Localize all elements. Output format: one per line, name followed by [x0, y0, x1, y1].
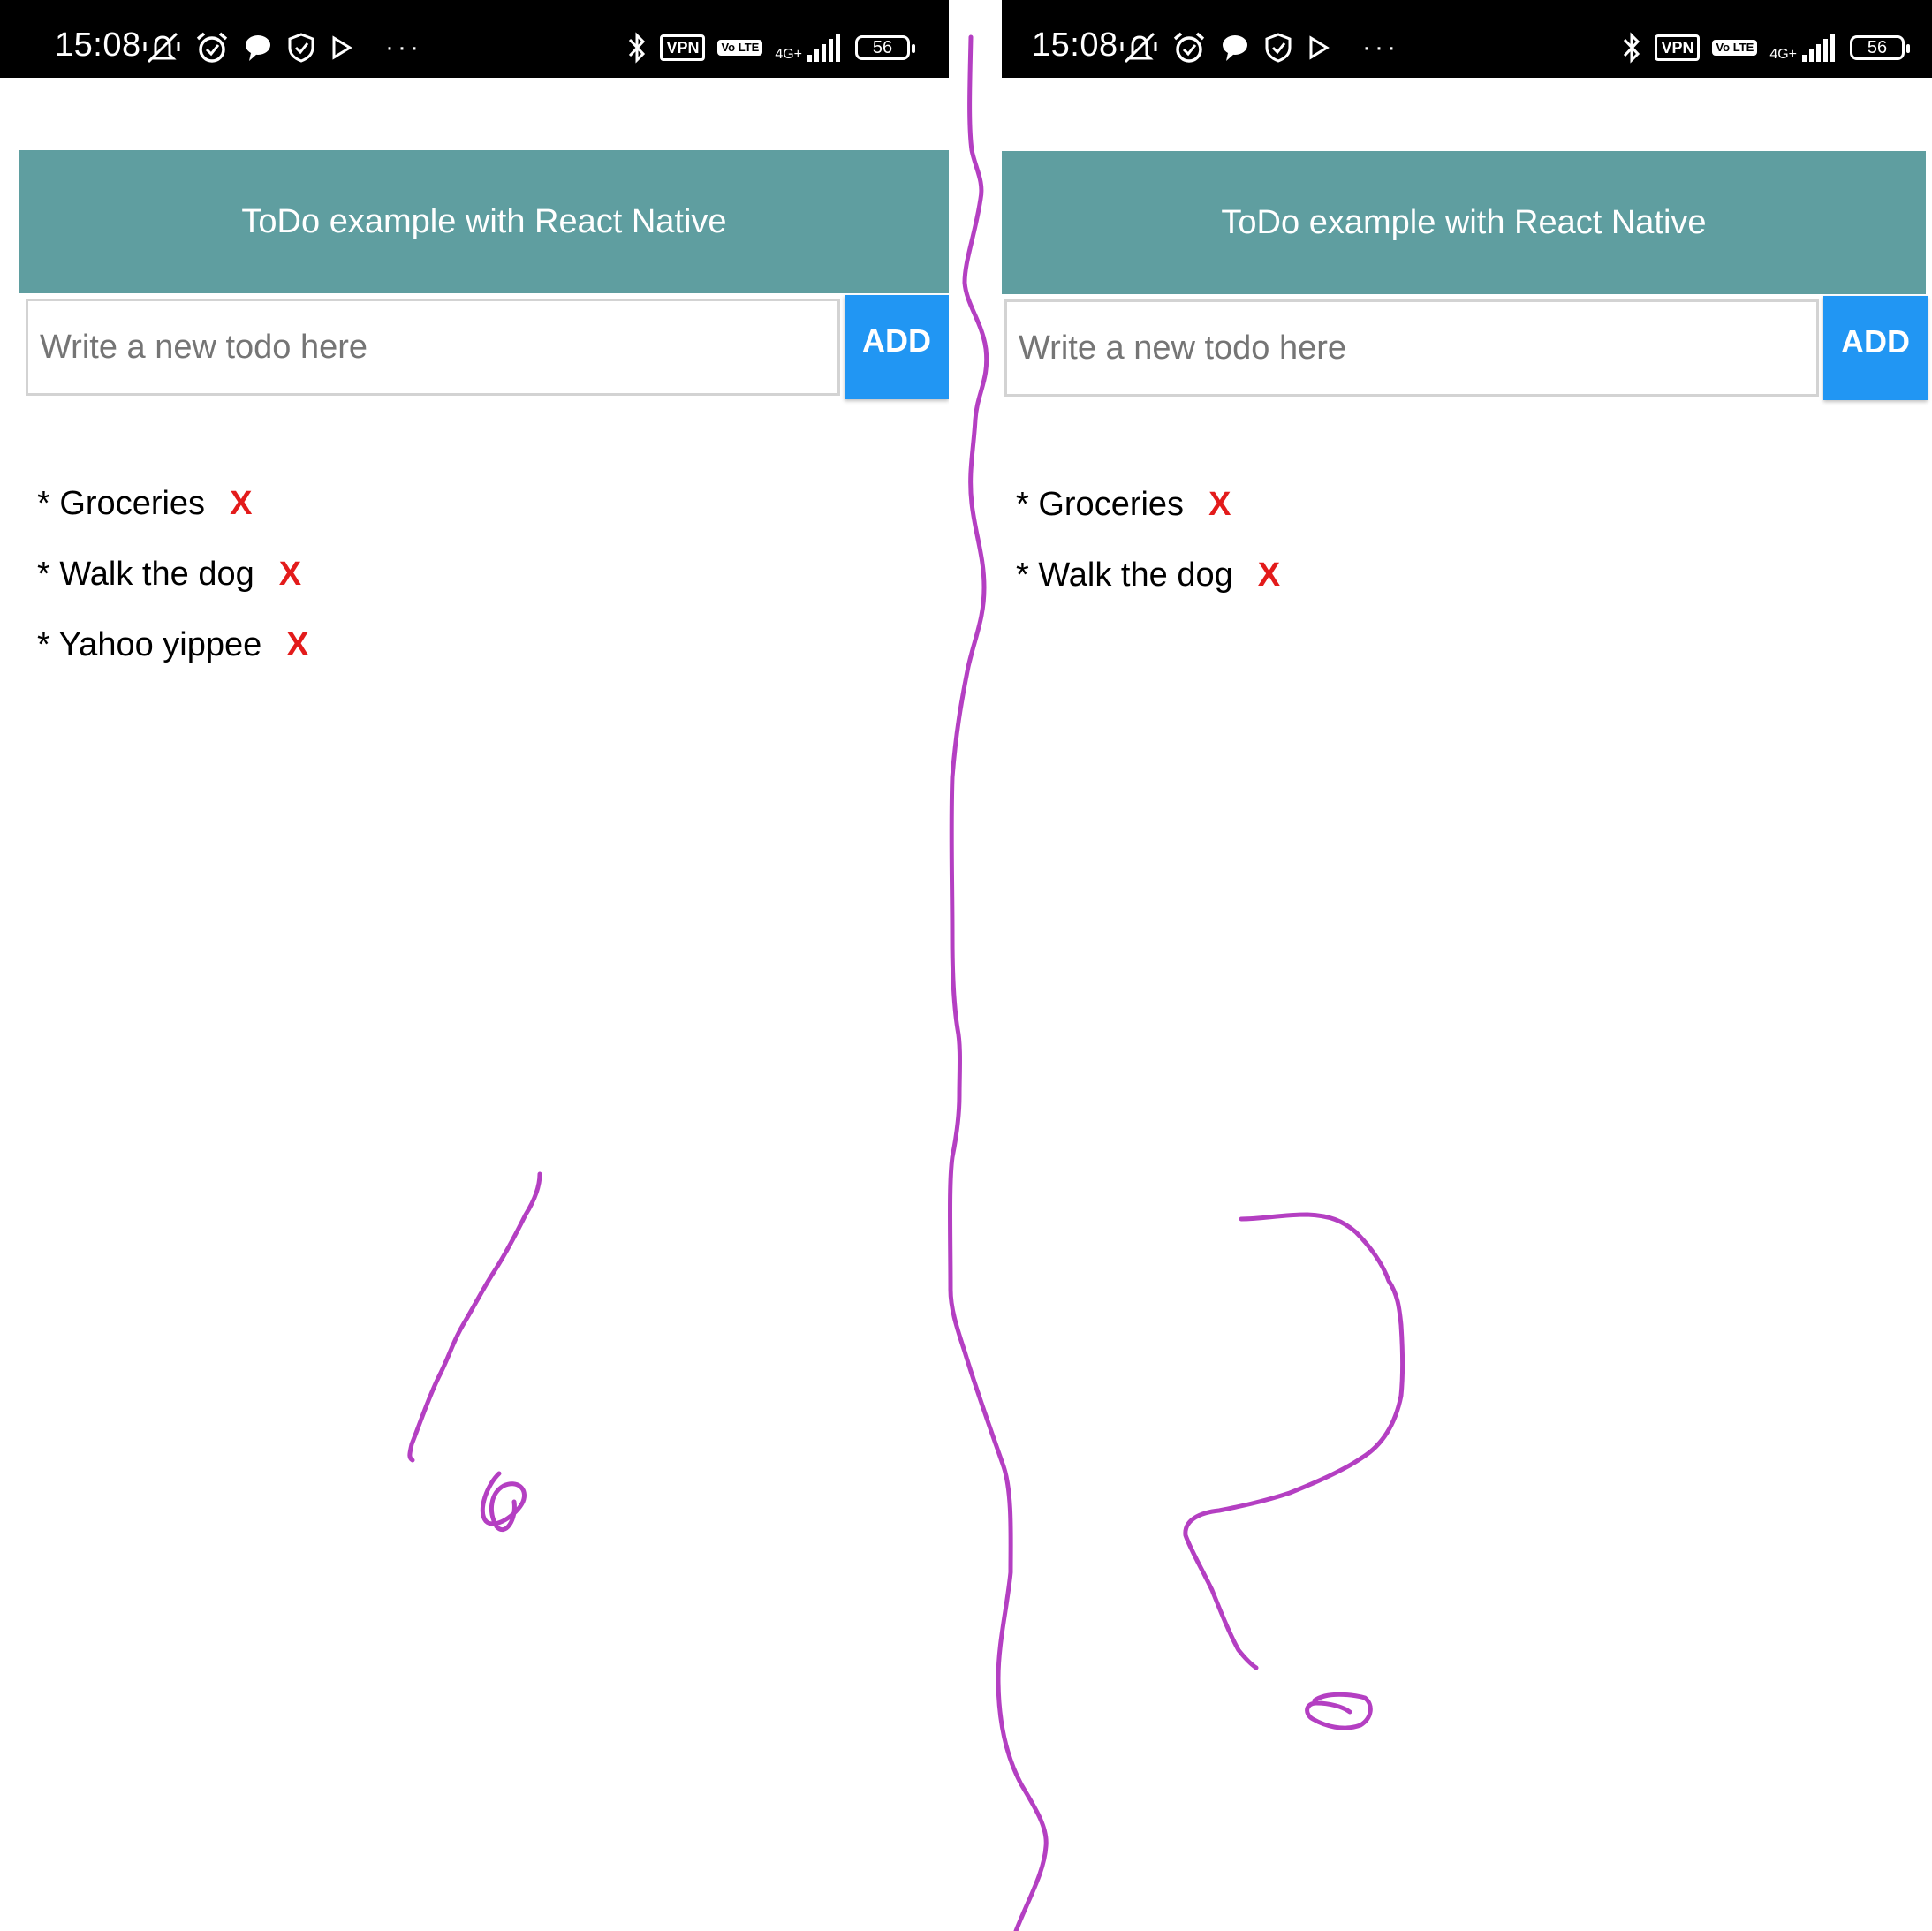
play-store-icon [1309, 35, 1330, 60]
app-header: ToDo example with React Native [1002, 151, 1926, 294]
todo-item: * Walk the dog X [1016, 540, 1280, 610]
todo-list: * Groceries X * Walk the dog X * Yahoo y… [37, 468, 309, 680]
vpn-icon: VPN [660, 34, 706, 61]
bluetooth-icon [1624, 32, 1640, 64]
delete-todo-button[interactable]: X [1258, 557, 1280, 594]
more-dots-icon: ··· [1362, 33, 1399, 62]
more-dots-icon: ··· [385, 33, 422, 62]
todo-item-text: * Groceries [1016, 485, 1185, 523]
alarm-icon [1173, 32, 1205, 63]
screenshot-after: 15:08 ··· VPN Vo LTE 4G+ 56 ToDo example… [1002, 0, 1932, 1931]
delete-todo-button[interactable]: X [1208, 486, 1231, 524]
delete-todo-button[interactable]: X [230, 485, 252, 523]
mute-icon [1120, 32, 1157, 64]
page-title: ToDo example with React Native [1221, 203, 1707, 241]
chat-bubble-icon [1223, 35, 1247, 61]
todo-item-text: * Walk the dog [37, 555, 254, 593]
todo-item: * Groceries X [37, 468, 309, 539]
todo-input[interactable] [26, 299, 840, 396]
todo-item: * Walk the dog X [37, 539, 309, 610]
network-type-label: 4G+ [775, 47, 802, 62]
network-type-label: 4G+ [1769, 47, 1797, 62]
status-time: 15:08 [55, 27, 141, 64]
status-bar: 15:08 ··· VPN Vo LTE 4G+ 56 [0, 0, 949, 78]
add-button[interactable]: ADD [845, 295, 949, 399]
signal-icon: 4G+ [775, 34, 843, 62]
bluetooth-icon [629, 32, 646, 64]
mute-icon [143, 32, 180, 64]
screenshot-before: 15:08 ··· VPN Vo LTE 4G+ 56 ToDo example… [0, 0, 949, 1931]
delete-todo-button[interactable]: X [286, 626, 308, 664]
todo-input[interactable] [1004, 299, 1819, 397]
todo-item-text: * Yahoo yippee [37, 625, 262, 663]
volte-icon: Vo LTE [717, 40, 763, 56]
vpn-icon: VPN [1655, 34, 1701, 61]
app-header: ToDo example with React Native [19, 150, 949, 293]
shield-icon [288, 33, 314, 63]
add-button[interactable]: ADD [1823, 296, 1928, 400]
play-store-icon [332, 35, 352, 60]
todo-item: * Groceries X [1016, 469, 1280, 540]
alarm-icon [196, 32, 228, 63]
todo-item-text: * Groceries [37, 484, 206, 522]
battery-icon: 56 [1850, 35, 1910, 60]
page-title: ToDo example with React Native [241, 202, 727, 240]
todo-list: * Groceries X * Walk the dog X [1016, 469, 1280, 610]
delete-todo-button[interactable]: X [279, 556, 301, 594]
battery-icon: 56 [855, 35, 915, 60]
shield-icon [1265, 33, 1292, 63]
status-time: 15:08 [1032, 27, 1118, 64]
signal-icon: 4G+ [1769, 34, 1837, 62]
status-bar: 15:08 ··· VPN Vo LTE 4G+ 56 [1002, 0, 1932, 78]
volte-icon: Vo LTE [1712, 40, 1758, 56]
todo-item: * Yahoo yippee X [37, 610, 309, 680]
chat-bubble-icon [246, 35, 270, 61]
todo-item-text: * Walk the dog [1016, 556, 1233, 594]
